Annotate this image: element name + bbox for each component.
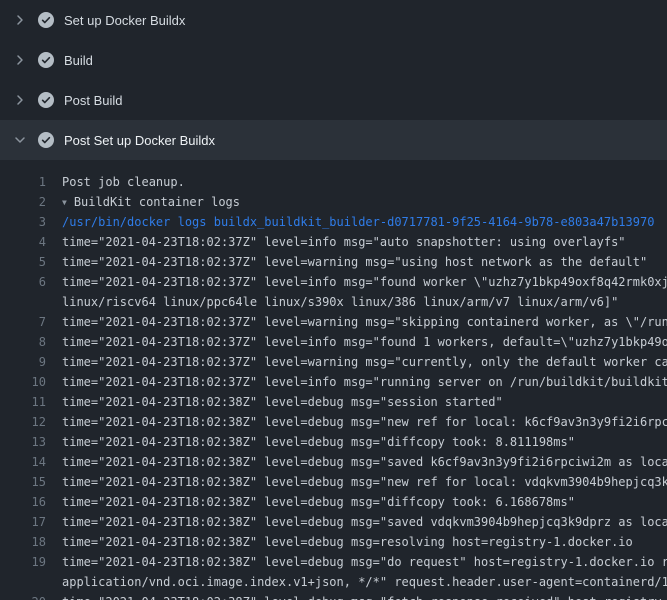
log-line-text: time="2021-04-23T18:02:38Z" level=debug … bbox=[62, 592, 667, 600]
log-line: 19 time="2021-04-23T18:02:38Z" level=deb… bbox=[0, 552, 667, 572]
log-line-number[interactable]: 14 bbox=[0, 452, 62, 472]
check-circle-icon bbox=[38, 92, 54, 108]
check-circle-icon bbox=[38, 132, 54, 148]
log-line: 2 ▼ BuildKit container logs bbox=[0, 192, 667, 212]
log-area: 1 Post job cleanup. 2 ▼ BuildKit containe… bbox=[0, 160, 667, 600]
log-line: 6 time="2021-04-23T18:02:37Z" level=info… bbox=[0, 272, 667, 292]
check-circle-icon bbox=[38, 52, 54, 68]
log-line-number[interactable]: 19 bbox=[0, 552, 62, 572]
step-row-post-build[interactable]: Post Build bbox=[0, 80, 667, 120]
log-line-text: time="2021-04-23T18:02:38Z" level=debug … bbox=[62, 532, 667, 552]
log-line: 8 time="2021-04-23T18:02:37Z" level=info… bbox=[0, 332, 667, 352]
log-line-number[interactable]: 17 bbox=[0, 512, 62, 532]
log-line: 17 time="2021-04-23T18:02:38Z" level=deb… bbox=[0, 512, 667, 532]
log-line-text: time="2021-04-23T18:02:37Z" level=warnin… bbox=[62, 252, 667, 272]
log-line: 16 time="2021-04-23T18:02:38Z" level=deb… bbox=[0, 492, 667, 512]
log-line-text: time="2021-04-23T18:02:37Z" level=warnin… bbox=[62, 312, 667, 332]
log-line-text: time="2021-04-23T18:02:37Z" level=info m… bbox=[62, 372, 667, 392]
step-label: Set up Docker Buildx bbox=[64, 13, 185, 28]
log-line-text: application/vnd.oci.image.index.v1+json,… bbox=[62, 572, 667, 592]
log-line-number[interactable]: 13 bbox=[0, 432, 62, 452]
log-line: 10 time="2021-04-23T18:02:37Z" level=inf… bbox=[0, 372, 667, 392]
log-line: application/vnd.oci.image.index.v1+json,… bbox=[0, 572, 667, 592]
log-line-number[interactable]: 12 bbox=[0, 412, 62, 432]
group-label[interactable]: BuildKit container logs bbox=[74, 195, 240, 209]
log-line: 12 time="2021-04-23T18:02:38Z" level=deb… bbox=[0, 412, 667, 432]
log-line-text: time="2021-04-23T18:02:38Z" level=debug … bbox=[62, 512, 667, 532]
group-toggle-icon[interactable]: ▼ bbox=[62, 193, 67, 212]
step-label: Post Set up Docker Buildx bbox=[64, 133, 215, 148]
chevron-icon bbox=[12, 12, 28, 28]
log-line-number[interactable]: 10 bbox=[0, 372, 62, 392]
log-line-number[interactable]: 7 bbox=[0, 312, 62, 332]
step-row-set-up-docker-buildx[interactable]: Set up Docker Buildx bbox=[0, 0, 667, 40]
log-line: 7 time="2021-04-23T18:02:37Z" level=warn… bbox=[0, 312, 667, 332]
log-line: 9 time="2021-04-23T18:02:37Z" level=warn… bbox=[0, 352, 667, 372]
log-line: linux/riscv64 linux/ppc64le linux/s390x … bbox=[0, 292, 667, 312]
log-line-number[interactable]: 18 bbox=[0, 532, 62, 552]
log-line-number[interactable]: 11 bbox=[0, 392, 62, 412]
log-line-number[interactable] bbox=[0, 572, 62, 592]
step-label: Post Build bbox=[64, 93, 123, 108]
workflow-log-viewer: Set up Docker Buildx Build Post Buil bbox=[0, 0, 667, 600]
log-line: 20 time="2021-04-23T18:02:38Z" level=deb… bbox=[0, 592, 667, 600]
log-line-text: time="2021-04-23T18:02:37Z" level=warnin… bbox=[62, 352, 667, 372]
step-label: Build bbox=[64, 53, 93, 68]
check-circle-icon bbox=[38, 12, 54, 28]
log-line-number[interactable]: 3 bbox=[0, 212, 62, 232]
log-line-text: time="2021-04-23T18:02:38Z" level=debug … bbox=[62, 432, 667, 452]
log-line-number[interactable]: 16 bbox=[0, 492, 62, 512]
log-line-text: time="2021-04-23T18:02:38Z" level=debug … bbox=[62, 552, 667, 572]
log-line-text: /usr/bin/docker logs buildx_buildkit_bui… bbox=[62, 212, 667, 232]
log-line: 11 time="2021-04-23T18:02:38Z" level=deb… bbox=[0, 392, 667, 412]
step-list: Set up Docker Buildx Build Post Buil bbox=[0, 0, 667, 160]
log-line-number[interactable]: 5 bbox=[0, 252, 62, 272]
log-line-number[interactable] bbox=[0, 292, 62, 312]
log-line-text: time="2021-04-23T18:02:38Z" level=debug … bbox=[62, 452, 667, 472]
log-line-text: time="2021-04-23T18:02:38Z" level=debug … bbox=[62, 492, 667, 512]
log-line: 15 time="2021-04-23T18:02:38Z" level=deb… bbox=[0, 472, 667, 492]
log-line-text: Post job cleanup. bbox=[62, 172, 667, 192]
log-line: 3 /usr/bin/docker logs buildx_buildkit_b… bbox=[0, 212, 667, 232]
log-line-text: time="2021-04-23T18:02:38Z" level=debug … bbox=[62, 472, 667, 492]
log-line-text: linux/riscv64 linux/ppc64le linux/s390x … bbox=[62, 292, 667, 312]
log-line-number[interactable]: 20 bbox=[0, 592, 62, 600]
log-line: 1 Post job cleanup. bbox=[0, 172, 667, 192]
log-line-number[interactable]: 15 bbox=[0, 472, 62, 492]
log-line-number[interactable]: 4 bbox=[0, 232, 62, 252]
log-line-number[interactable]: 2 bbox=[0, 192, 62, 212]
log-line-text: time="2021-04-23T18:02:37Z" level=info m… bbox=[62, 332, 667, 352]
log-line-number[interactable]: 9 bbox=[0, 352, 62, 372]
log-line: 18 time="2021-04-23T18:02:38Z" level=deb… bbox=[0, 532, 667, 552]
chevron-icon bbox=[12, 132, 28, 148]
log-line-text: ▼ BuildKit container logs bbox=[62, 192, 667, 212]
log-line-number[interactable]: 8 bbox=[0, 332, 62, 352]
log-line: 4 time="2021-04-23T18:02:37Z" level=info… bbox=[0, 232, 667, 252]
log-line-text: time="2021-04-23T18:02:37Z" level=info m… bbox=[62, 272, 667, 292]
log-line-text: time="2021-04-23T18:02:38Z" level=debug … bbox=[62, 412, 667, 432]
chevron-icon bbox=[12, 52, 28, 68]
step-row-build[interactable]: Build bbox=[0, 40, 667, 80]
log-line-text: time="2021-04-23T18:02:37Z" level=info m… bbox=[62, 232, 667, 252]
log-line-number[interactable]: 6 bbox=[0, 272, 62, 292]
log-line: 14 time="2021-04-23T18:02:38Z" level=deb… bbox=[0, 452, 667, 472]
log-line-text: time="2021-04-23T18:02:38Z" level=debug … bbox=[62, 392, 667, 412]
step-row-post-set-up-docker-buildx[interactable]: Post Set up Docker Buildx bbox=[0, 120, 667, 160]
log-line: 5 time="2021-04-23T18:02:37Z" level=warn… bbox=[0, 252, 667, 272]
log-line-number[interactable]: 1 bbox=[0, 172, 62, 192]
log-line: 13 time="2021-04-23T18:02:38Z" level=deb… bbox=[0, 432, 667, 452]
chevron-icon bbox=[12, 92, 28, 108]
